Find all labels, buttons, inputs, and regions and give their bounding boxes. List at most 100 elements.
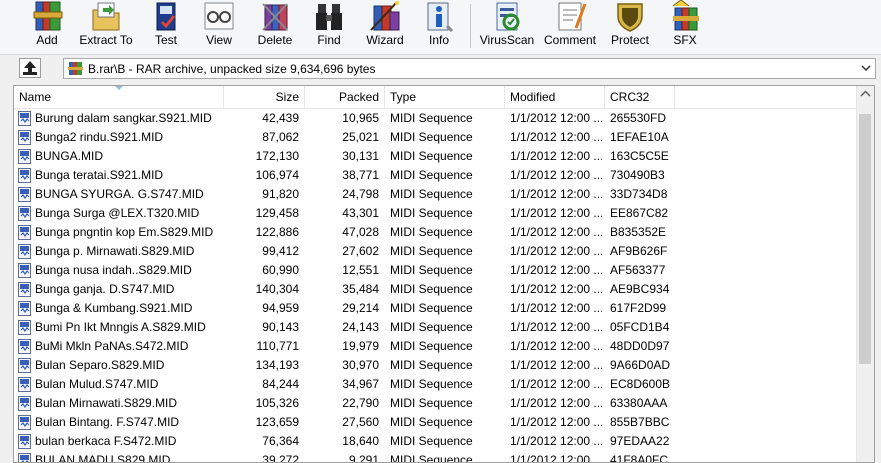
file-name: Bunga Surga @LEX.T320.MID bbox=[35, 206, 200, 220]
extract-to-button[interactable]: Extract To bbox=[77, 0, 135, 52]
virusscan-button[interactable]: VirusScan bbox=[476, 0, 538, 52]
file-modified: 1/1/2012 12:00 ... bbox=[510, 301, 602, 315]
extract-to-label: Extract To bbox=[79, 33, 133, 47]
chevron-up-icon bbox=[860, 90, 871, 97]
vertical-scrollbar[interactable] bbox=[856, 86, 874, 462]
file-row[interactable]: Bulan Bintang. F.S747.MID 123,659 27,560… bbox=[14, 413, 858, 432]
file-row[interactable]: Bulan Mulud.S747.MID 84,244 34,967 MIDI … bbox=[14, 375, 858, 394]
file-size: 172,130 bbox=[255, 149, 299, 163]
file-type: MIDI Sequence bbox=[390, 111, 473, 125]
file-name: Bulan Mulud.S747.MID bbox=[35, 377, 159, 391]
file-row[interactable]: Bunga nusa indah..S829.MID 60,990 12,551… bbox=[14, 261, 858, 280]
file-row[interactable]: Bunga ganja. D.S747.MID 140,304 35,484 M… bbox=[14, 280, 858, 299]
info-label: Info bbox=[428, 33, 449, 47]
file-name: BUNGA.MID bbox=[35, 149, 104, 163]
file-modified: 1/1/2012 12:00 ... bbox=[510, 453, 602, 463]
file-type: MIDI Sequence bbox=[390, 415, 473, 429]
wizard-button[interactable]: Wizard bbox=[358, 0, 412, 52]
file-row[interactable]: BULAN MADU.S829.MID 39,272 9,291 MIDI Se… bbox=[14, 451, 858, 463]
column-header-crc32[interactable]: CRC32 bbox=[605, 86, 675, 108]
add-button[interactable]: Add bbox=[20, 0, 74, 52]
file-modified: 1/1/2012 12:00 ... bbox=[510, 244, 602, 258]
file-crc32: 41F8A0FC bbox=[610, 453, 669, 463]
file-row[interactable]: Burung dalam sangkar.S921.MID 42,439 10,… bbox=[14, 109, 858, 128]
archive-path-combo[interactable]: B.rar\B - RAR archive, unpacked size 9,6… bbox=[63, 58, 876, 79]
column-header-packed[interactable]: Packed bbox=[305, 86, 385, 108]
column-header-type[interactable]: Type bbox=[385, 86, 505, 108]
file-row[interactable]: BUNGA SYURGA. G.S747.MID 91,820 24,798 M… bbox=[14, 185, 858, 204]
file-size: 84,244 bbox=[262, 377, 299, 391]
file-size: 106,974 bbox=[255, 168, 299, 182]
file-type: MIDI Sequence bbox=[390, 168, 473, 182]
file-row[interactable]: Bumi Pn Ikt Mnngis A.S829.MID 90,143 24,… bbox=[14, 318, 858, 337]
address-bar: B.rar\B - RAR archive, unpacked size 9,6… bbox=[0, 55, 881, 82]
file-crc32: 33D734D8 bbox=[610, 187, 668, 201]
file-crc32: B835352E bbox=[610, 225, 667, 239]
file-crc32: 855B7BBC bbox=[610, 415, 670, 429]
file-name: Bulan Bintang. F.S747.MID bbox=[35, 415, 180, 429]
file-modified: 1/1/2012 12:00 ... bbox=[510, 358, 602, 372]
file-packed-size: 30,970 bbox=[342, 358, 379, 372]
protect-label: Protect bbox=[610, 33, 649, 47]
file-packed-size: 43,301 bbox=[342, 206, 379, 220]
file-type: MIDI Sequence bbox=[390, 339, 473, 353]
file-modified: 1/1/2012 12:00 ... bbox=[510, 339, 602, 353]
file-crc32: 1EFAE10A bbox=[610, 130, 669, 144]
file-modified: 1/1/2012 12:00 ... bbox=[510, 415, 602, 429]
file-packed-size: 9,291 bbox=[348, 453, 379, 463]
midi-file-icon bbox=[18, 225, 31, 240]
file-crc32: 05FCD1B4 bbox=[610, 320, 670, 334]
file-row[interactable]: Bunga2 rindu.S921.MID 87,062 25,021 MIDI… bbox=[14, 128, 858, 147]
file-packed-size: 22,790 bbox=[342, 396, 379, 410]
file-name: Bumi Pn Ikt Mnngis A.S829.MID bbox=[35, 320, 206, 334]
file-row[interactable]: Bunga Surga @LEX.T320.MID 129,458 43,301… bbox=[14, 204, 858, 223]
protect-button[interactable]: Protect bbox=[604, 0, 656, 52]
file-size: 99,412 bbox=[262, 244, 299, 258]
up-one-level-button[interactable] bbox=[19, 58, 41, 78]
file-modified: 1/1/2012 12:00 ... bbox=[510, 168, 602, 182]
file-size: 94,959 bbox=[262, 301, 299, 315]
find-button[interactable]: Find bbox=[306, 0, 352, 52]
file-row[interactable]: BUNGA.MID 172,130 30,131 MIDI Sequence 1… bbox=[14, 147, 858, 166]
file-type: MIDI Sequence bbox=[390, 320, 473, 334]
sfx-button[interactable]: SFX bbox=[662, 0, 708, 52]
file-crc32: 48DD0D97 bbox=[610, 339, 670, 353]
file-row[interactable]: Bunga teratai.S921.MID 106,974 38,771 MI… bbox=[14, 166, 858, 185]
scroll-up-button[interactable] bbox=[857, 86, 874, 103]
column-header-size[interactable]: Size bbox=[224, 86, 305, 108]
file-list[interactable]: Name Size Packed Type Modified CRC32 Bur… bbox=[13, 85, 875, 463]
midi-file-icon bbox=[18, 301, 31, 316]
file-row[interactable]: BuMi Mkln PaNAs.S472.MID 110,771 19,979 … bbox=[14, 337, 858, 356]
midi-file-icon bbox=[18, 358, 31, 373]
file-modified: 1/1/2012 12:00 ... bbox=[510, 206, 602, 220]
file-modified: 1/1/2012 12:00 ... bbox=[510, 434, 602, 448]
file-row[interactable]: Bulan Mirnawati.S829.MID 105,326 22,790 … bbox=[14, 394, 858, 413]
chevron-down-icon[interactable] bbox=[861, 63, 871, 73]
comment-button[interactable]: Comment bbox=[541, 0, 599, 52]
view-button[interactable]: View bbox=[196, 0, 242, 52]
add-label: Add bbox=[36, 33, 58, 47]
find-label: Find bbox=[317, 33, 341, 47]
file-row[interactable]: Bulan Separo.S829.MID 134,193 30,970 MID… bbox=[14, 356, 858, 375]
file-row[interactable]: Bunga & Kumbang.S921.MID 94,959 29,214 M… bbox=[14, 299, 858, 318]
file-size: 87,062 bbox=[262, 130, 299, 144]
file-row[interactable]: Bunga pngntin kop Em.S829.MID 122,886 47… bbox=[14, 223, 858, 242]
file-crc32: 63380AAA bbox=[610, 396, 668, 410]
midi-file-icon bbox=[18, 339, 31, 354]
delete-button[interactable]: Delete bbox=[249, 0, 301, 52]
file-packed-size: 29,214 bbox=[342, 301, 379, 315]
file-name: BUNGA SYURGA. G.S747.MID bbox=[35, 187, 204, 201]
info-icon bbox=[427, 2, 454, 33]
up-arrow-icon bbox=[23, 61, 37, 75]
test-button[interactable]: Test bbox=[140, 0, 192, 52]
file-modified: 1/1/2012 12:00 ... bbox=[510, 282, 602, 296]
file-type: MIDI Sequence bbox=[390, 358, 473, 372]
file-size: 105,326 bbox=[255, 396, 299, 410]
file-row[interactable]: Bunga p. Mirnawati.S829.MID 99,412 27,60… bbox=[14, 242, 858, 261]
file-modified: 1/1/2012 12:00 ... bbox=[510, 263, 602, 277]
scroll-thumb[interactable] bbox=[859, 114, 871, 364]
file-modified: 1/1/2012 12:00 ... bbox=[510, 320, 602, 334]
file-row[interactable]: bulan berkaca F.S472.MID 76,364 18,640 M… bbox=[14, 432, 858, 451]
info-button[interactable]: Info bbox=[418, 0, 460, 52]
column-header-modified[interactable]: Modified bbox=[505, 86, 605, 108]
